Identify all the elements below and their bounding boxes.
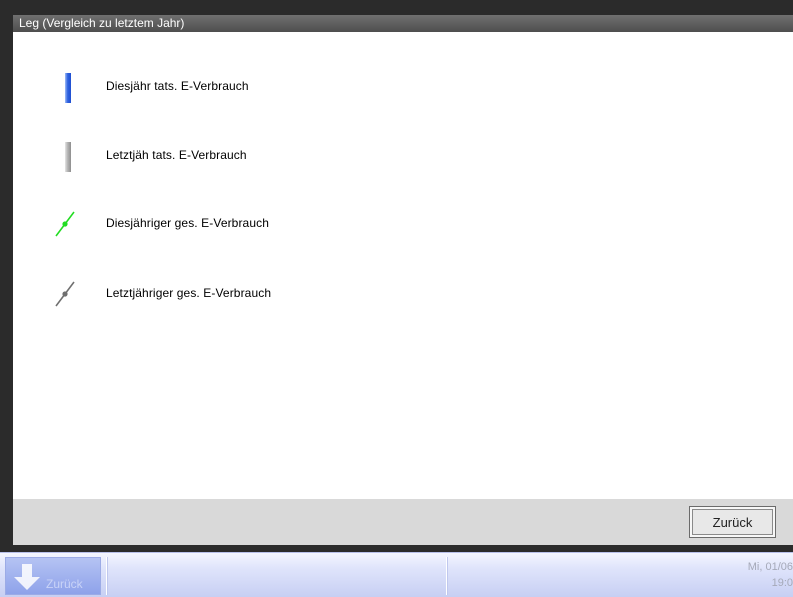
legend-label: Letztjäh tats. E-Verbrauch	[106, 148, 247, 162]
green-line-marker-icon	[51, 209, 81, 239]
blue-bar-icon	[51, 72, 81, 103]
down-arrow-icon	[14, 564, 40, 590]
taskbar-divider	[446, 557, 447, 595]
window-title: Leg (Vergleich zu letztem Jahr)	[13, 15, 793, 32]
button-bar: Zurück	[13, 499, 793, 545]
legend-item-current-total: Diesjähriger ges. E-Verbrauch	[13, 209, 793, 239]
legend-item-last-actual: Letztjäh tats. E-Verbrauch	[13, 141, 793, 172]
taskbar-back-button[interactable]: Zurück	[5, 557, 101, 595]
legend-label: Diesjähriger ges. E-Verbrauch	[106, 216, 269, 230]
gray-bar-icon	[51, 141, 81, 172]
legend-panel: Diesjähr tats. E-Verbrauch Letztjäh tats…	[13, 32, 793, 499]
taskbar-date: Mi, 01/06	[747, 561, 793, 573]
back-button[interactable]: Zurück	[689, 506, 776, 538]
gray-line-marker-icon	[51, 279, 81, 309]
legend-item-last-total: Letztjähriger ges. E-Verbrauch	[13, 279, 793, 309]
taskbar-divider	[106, 557, 107, 595]
taskbar: Zurück Mi, 01/06 19:0	[0, 552, 793, 597]
taskbar-back-label: Zurück	[46, 577, 83, 591]
legend-label: Diesjähr tats. E-Verbrauch	[106, 79, 249, 93]
taskbar-time: 19:0	[771, 577, 793, 589]
legend-label: Letztjähriger ges. E-Verbrauch	[106, 286, 272, 300]
legend-item-current-actual: Diesjähr tats. E-Verbrauch	[13, 72, 793, 103]
